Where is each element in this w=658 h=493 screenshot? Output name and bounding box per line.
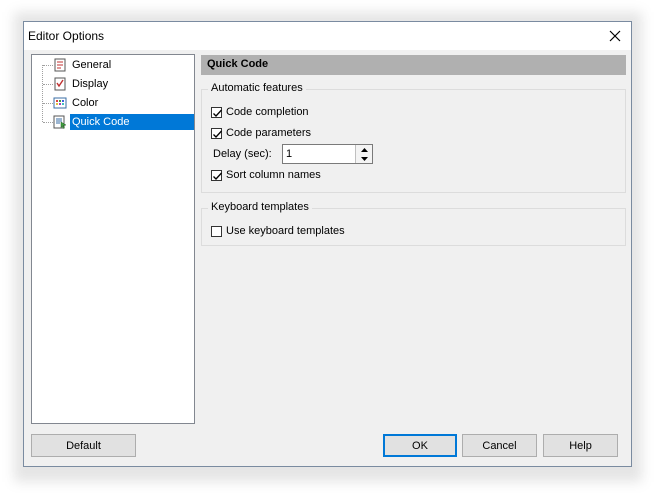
button-label: Help xyxy=(569,439,592,452)
checkmark-icon xyxy=(213,172,222,180)
close-button[interactable] xyxy=(599,22,631,50)
button-label: Cancel xyxy=(482,439,517,452)
delay-spinner[interactable]: 1 xyxy=(282,144,373,164)
page-title: Quick Code xyxy=(207,58,269,70)
ok-button[interactable]: OK xyxy=(383,434,457,457)
keyboard-templates-group: Keyboard templates Use keyboard template… xyxy=(201,201,626,246)
section-header: Quick Code xyxy=(201,55,626,75)
tree-item-label: Display xyxy=(72,78,109,90)
spin-down-button[interactable] xyxy=(356,154,372,163)
color-grid-icon xyxy=(53,97,67,109)
help-button[interactable]: Help xyxy=(543,434,618,457)
group-title: Keyboard templates xyxy=(208,201,312,213)
checkbox-label: Sort column names xyxy=(226,169,321,181)
checkbox-label: Code completion xyxy=(226,106,309,118)
default-button[interactable]: Default xyxy=(31,434,136,457)
checkbox-label: Code parameters xyxy=(226,127,311,139)
automatic-features-group: Automatic features Code completion Code … xyxy=(201,82,626,193)
title-bar: Editor Options xyxy=(24,22,631,50)
spinner-buttons xyxy=(355,145,372,163)
use-keyboard-templates-checkbox[interactable]: Use keyboard templates xyxy=(211,223,345,239)
tree-item-label: Quick Code xyxy=(70,114,194,130)
sort-column-names-checkbox[interactable]: Sort column names xyxy=(211,167,321,183)
tree-item-display[interactable]: Display xyxy=(32,75,194,93)
tree-item-label: General xyxy=(72,59,112,71)
tree-item-label: Color xyxy=(72,97,99,109)
delay-value[interactable]: 1 xyxy=(286,148,292,160)
display-page-icon xyxy=(54,77,66,91)
button-label: Default xyxy=(66,439,101,452)
button-label: OK xyxy=(412,439,428,452)
cancel-button[interactable]: Cancel xyxy=(462,434,537,457)
window-title: Editor Options xyxy=(28,29,105,43)
checkmark-icon xyxy=(213,130,222,138)
tree-item-quick-code[interactable]: Quick Code xyxy=(32,113,194,131)
quick-code-icon xyxy=(53,115,67,129)
general-page-icon xyxy=(54,58,66,72)
checkbox-box[interactable] xyxy=(211,169,222,181)
delay-label: Delay (sec): xyxy=(213,148,272,160)
code-parameters-checkbox[interactable]: Code parameters xyxy=(211,125,311,141)
editor-options-dialog: Editor Options General Display Color Qui… xyxy=(23,21,632,467)
close-icon xyxy=(609,30,621,42)
tree-item-color[interactable]: Color xyxy=(32,94,194,112)
checkbox-box[interactable] xyxy=(211,127,222,139)
arrow-up-icon xyxy=(360,147,368,152)
tree-item-general[interactable]: General xyxy=(32,56,194,74)
options-tree[interactable]: General Display Color Quick Code xyxy=(31,54,195,424)
group-title: Automatic features xyxy=(208,82,306,94)
arrow-down-icon xyxy=(360,156,368,161)
checkbox-label: Use keyboard templates xyxy=(226,225,345,237)
checkbox-box[interactable] xyxy=(211,225,222,237)
code-completion-checkbox[interactable]: Code completion xyxy=(211,104,309,120)
checkbox-box[interactable] xyxy=(211,106,222,118)
checkmark-icon xyxy=(213,109,222,117)
